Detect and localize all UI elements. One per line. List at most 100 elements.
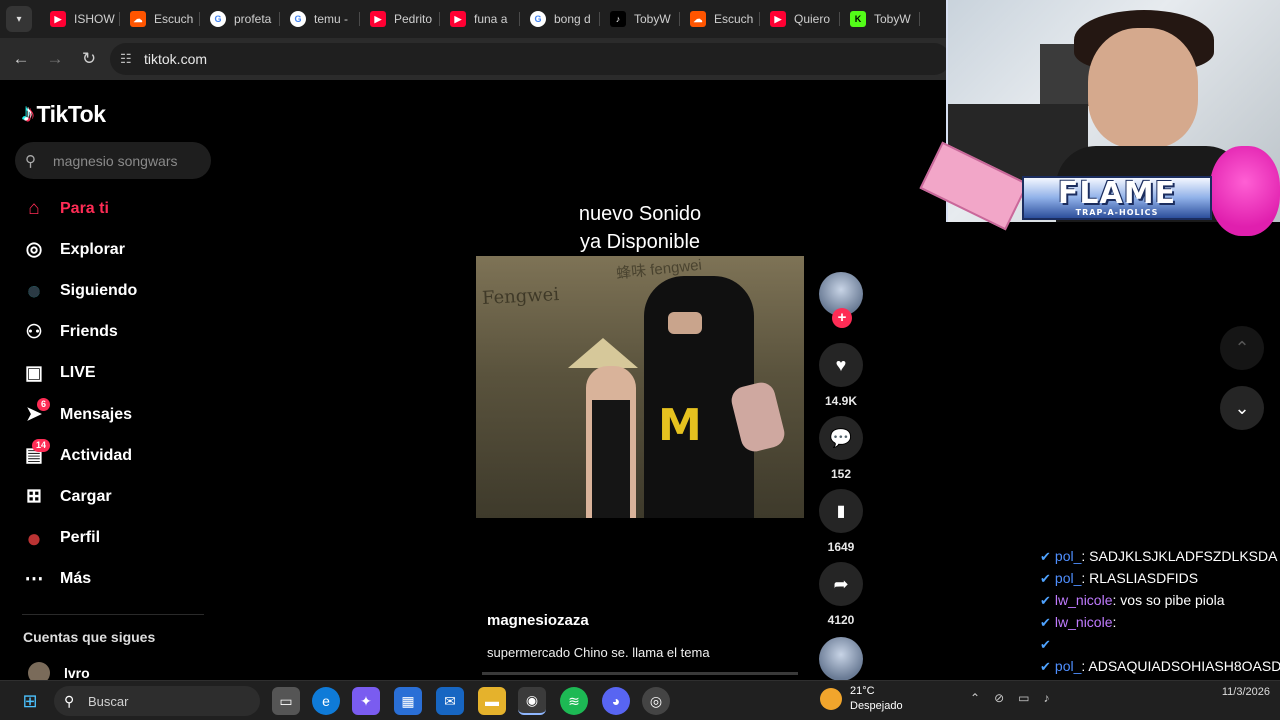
chat-message: ✔ pol_: SADJKLSJKLADFSZDLKSDA [1040, 545, 1280, 567]
sidebar-item-explorar[interactable]: ◎ Explorar [18, 229, 208, 270]
sidebar-item-label: Para ti [60, 199, 109, 217]
google-icon: G [210, 11, 226, 27]
search-icon: ⚲ [25, 152, 36, 170]
file-explorer-icon[interactable]: ▬ [478, 687, 506, 715]
windows-start-icon[interactable]: ⊞ [16, 687, 44, 715]
browser-tab-label: Escuch [154, 12, 194, 26]
back-icon[interactable]: ← [4, 42, 38, 76]
browser-tab[interactable]: ♪ TobyW [600, 4, 680, 34]
reload-icon[interactable]: ↻ [72, 42, 106, 76]
system-tray: ⌃ ⊘ ▭ ♪ [970, 691, 1049, 705]
browser-tab[interactable]: Gprofeta [200, 4, 280, 34]
copilot-icon[interactable]: ✦ [352, 687, 380, 715]
video-player[interactable]: Fengwei 蜂味 fengwei M [476, 256, 804, 518]
video-author[interactable]: magnesiozaza [487, 612, 589, 629]
store-icon[interactable]: ▦ [394, 687, 422, 715]
more-dots-icon: ⋯ [24, 568, 44, 590]
sidebar-item-más[interactable]: ⋯ Más [18, 559, 208, 600]
address-bar[interactable]: ☷ tiktok.com [110, 43, 950, 75]
volume-icon[interactable]: ♪ [1043, 691, 1049, 705]
chat-username[interactable]: lw_nicole [1055, 592, 1113, 608]
chat-badge-icon: ✔ [1040, 593, 1051, 608]
hoodie-logo-icon: M [658, 400, 702, 451]
weather-widget[interactable]: 21°C Despejado [820, 684, 903, 714]
tiktok-sidebar: ♪ TikTok ⚲ ⌂ Para ti ◎ Explorar ● Siguiendo ⚇ F… [0, 80, 220, 684]
sidebar-item-actividad[interactable]: ▤ 14 Actividad [18, 435, 208, 476]
browser-tab-label: TobyW [634, 12, 671, 26]
spotify-icon[interactable]: ≋ [560, 687, 588, 715]
chat-username[interactable]: pol_ [1055, 548, 1081, 564]
tiktok-logo[interactable]: ♪ TikTok [22, 100, 106, 128]
follow-plus-icon[interactable]: + [832, 308, 852, 328]
next-video-chevron-down-icon[interactable]: ⌄ [1220, 386, 1264, 430]
soundcloud-icon: ☁ [690, 11, 706, 27]
sidebar-item-perfil[interactable]: ● Perfil [18, 518, 208, 559]
kick-icon: K [850, 11, 866, 27]
search-input[interactable] [53, 152, 203, 169]
sidebar-item-label: Friends [60, 323, 118, 341]
browser-tab[interactable]: ▶ funa a [440, 4, 520, 34]
browser-tab-label: bong d [554, 12, 591, 26]
bookmark-icon[interactable]: ▮ [819, 489, 863, 533]
chat-message: ✔ lw_nicole: [1040, 611, 1280, 633]
music-disc-avatar[interactable] [819, 637, 863, 681]
flame-logo-title: FLAME [1057, 175, 1177, 211]
sidebar-item-cargar[interactable]: ⊞ Cargar [18, 476, 208, 517]
share-arrow-icon[interactable]: ➦ [819, 562, 863, 606]
edge-icon[interactable]: e [312, 687, 340, 715]
chat-text: ADSAQUIADSOHIASH8OASD4RIO [1088, 658, 1280, 674]
sidebar-nav: ⌂ Para ti ◎ Explorar ● Siguiendo ⚇ Friends ▣ LIVE… [18, 188, 208, 600]
obs-icon[interactable]: ◎ [642, 687, 670, 715]
weather-desc: Despejado [850, 700, 903, 712]
browser-tab[interactable]: ▶ Pedrito [360, 4, 440, 34]
forward-icon[interactable]: → [38, 42, 72, 76]
sidebar-item-mensajes[interactable]: ➤ 6 Mensajes [18, 394, 208, 435]
chat-username[interactable]: pol_ [1055, 658, 1081, 674]
notification-badge: 6 [36, 397, 50, 411]
like-heart-icon[interactable]: ♥ [819, 343, 863, 387]
video-progress-bar[interactable] [482, 672, 798, 675]
browser-tab[interactable]: ☁ Escuch [680, 4, 760, 34]
comment-icon[interactable]: 💬 [819, 416, 863, 460]
tray-chevron-up-icon[interactable]: ⌃ [970, 691, 980, 705]
sidebar-item-label: Perfil [60, 529, 101, 547]
person-left [586, 366, 636, 518]
chat-username[interactable]: pol_ [1055, 570, 1081, 586]
browser-tab[interactable]: ▶ Quiero [760, 4, 840, 34]
youtube-icon: ▶ [770, 11, 786, 27]
logo-text: TikTok [36, 100, 107, 127]
previous-video-chevron-up-icon[interactable]: ⌃ [1220, 326, 1264, 370]
compass-icon: ◎ [25, 239, 43, 261]
taskbar-search[interactable]: ⚲ Buscar [54, 686, 260, 716]
chat-badge-icon: ✔ [1040, 549, 1051, 564]
browser-tab[interactable]: Gtemu - [280, 4, 360, 34]
browser-tab[interactable]: Gbong d [520, 4, 600, 34]
search-box[interactable]: ⚲ [15, 142, 211, 179]
soundcloud-icon: ☁ [130, 11, 146, 27]
browser-tab[interactable]: ▶ ISHOW [40, 4, 120, 34]
share-count: 4120 [827, 613, 855, 627]
tiktok-icon: ♪ [610, 11, 626, 27]
browser-tab[interactable]: ☁ Escuch [120, 4, 200, 34]
battery-icon[interactable]: ▭ [1018, 691, 1029, 705]
discord-icon[interactable]: ◕ [602, 687, 630, 715]
browser-tab-label: temu - [314, 12, 349, 26]
browser-tab-label: Escuch [714, 12, 754, 26]
chrome-icon[interactable]: ◉ [518, 687, 546, 715]
masked-face [668, 312, 702, 334]
network-icon[interactable]: ⊘ [994, 691, 1004, 705]
tab-search-button[interactable]: ▾ [6, 6, 32, 32]
chat-badge-icon: ✔ [1040, 571, 1051, 586]
browser-tab[interactable]: K TobyW [840, 4, 920, 34]
streamer-face [1088, 28, 1198, 148]
outlook-icon[interactable]: ✉ [436, 687, 464, 715]
sidebar-item-live[interactable]: ▣ LIVE [18, 353, 208, 394]
sidebar-item-friends[interactable]: ⚇ Friends [18, 312, 208, 353]
sidebar-item-label: Mensajes [60, 405, 133, 423]
site-info-icon[interactable]: ☷ [120, 51, 144, 67]
clock[interactable]: 11/3/2026 [1200, 685, 1270, 700]
sidebar-item-siguiendo[interactable]: ● Siguiendo [18, 270, 208, 311]
chat-username[interactable]: lw_nicole [1055, 614, 1113, 630]
sidebar-item-para-ti[interactable]: ⌂ Para ti [18, 188, 208, 229]
task-view-icon[interactable]: ▭ [272, 687, 300, 715]
